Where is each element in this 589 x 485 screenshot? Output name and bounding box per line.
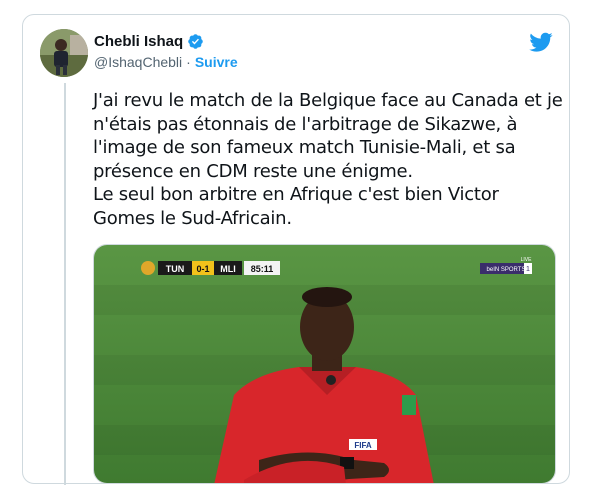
live-label: LIVE bbox=[521, 257, 533, 263]
avatar[interactable] bbox=[40, 29, 88, 77]
author-name[interactable]: Chebli Ishaq bbox=[94, 33, 183, 50]
tweet-card[interactable]: Chebli Ishaq @IshaqChebli · Suivre J'ai … bbox=[22, 14, 570, 485]
tweet-media[interactable]: TUN 0-1 MLI 85:11 beIN SPORTS 1 LIVE FIF… bbox=[93, 244, 556, 484]
scoreboard: TUN 0-1 MLI 85:11 bbox=[141, 261, 280, 275]
media-image: TUN 0-1 MLI 85:11 beIN SPORTS 1 LIVE FIF… bbox=[94, 245, 555, 483]
tweet-paragraph: Le seul bon arbitre en Afrique c'est bie… bbox=[93, 184, 499, 229]
team-home: TUN bbox=[166, 264, 185, 274]
match-clock: 85:11 bbox=[251, 264, 274, 274]
thread-line bbox=[64, 83, 66, 485]
broadcaster-channel: 1 bbox=[526, 266, 530, 273]
tweet-text: J'ai revu le match de la Belgique face a… bbox=[93, 89, 563, 230]
fifa-badge: FIFA bbox=[354, 441, 372, 450]
tweet-paragraph: J'ai revu le match de la Belgique face a… bbox=[93, 90, 563, 182]
broadcaster-name: beIN SPORTS bbox=[487, 267, 526, 273]
team-away: MLI bbox=[220, 264, 236, 274]
twitter-bird-icon[interactable] bbox=[529, 30, 553, 54]
follow-button[interactable]: Suivre bbox=[195, 54, 238, 70]
score: 0-1 bbox=[196, 264, 209, 274]
separator-dot: · bbox=[186, 54, 191, 70]
author-handle[interactable]: @IshaqChebli bbox=[94, 54, 182, 70]
verified-badge-icon bbox=[188, 34, 203, 49]
avatar-image bbox=[40, 29, 88, 77]
